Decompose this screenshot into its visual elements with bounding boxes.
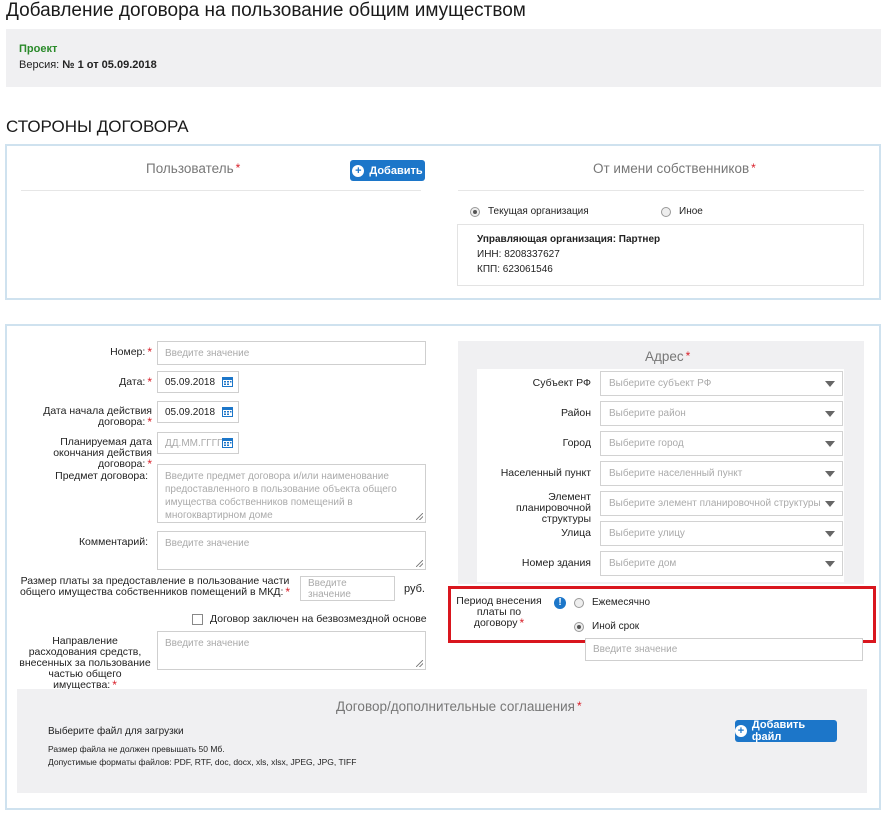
fee-input[interactable]: Введите значение [300,576,395,601]
radio-selected-icon [470,206,480,217]
select-building[interactable]: Выберите дом [600,551,843,576]
add-file-button[interactable]: + Добавить файл [735,719,837,743]
radio-icon [574,597,584,608]
address-label-building: Номер здания [521,557,591,569]
address-heading: Адрес * [645,349,691,364]
info-icon[interactable]: ! [554,597,566,609]
org-title: Управляющая организация: Партнер [477,234,661,245]
org-card: Управляющая организация: Партнер ИНН: 82… [457,224,864,286]
radio-other[interactable]: Иное [661,206,703,217]
payment-period-label: Период внесения платы по договору * [456,595,542,630]
file-size-note: Размер файла не должен превышать 50 Мб. [48,744,225,754]
chevron-down-icon [825,560,835,567]
number-label: Номер: * [110,345,152,359]
org-inn: ИНН: 8208337627 [477,249,560,260]
free-basis-checkbox[interactable]: Договор заключен на безвозмездной основе [192,613,427,625]
calendar-icon[interactable] [222,406,233,417]
calendar-icon[interactable] [222,376,233,387]
chevron-down-icon [825,440,835,447]
address-label-settlement: Населенный пункт [500,467,591,479]
address-label-street: Улица [561,527,591,539]
radio-selected-icon [574,621,584,632]
calendar-icon[interactable] [222,437,233,448]
subject-textarea[interactable]: Введите предмет договора и/или наименова… [157,464,426,523]
comment-label: Комментарий: [78,536,148,548]
resize-handle-icon[interactable] [416,660,423,667]
parties-heading: СТОРОНЫ ДОГОВОРА [6,117,189,136]
divider [458,190,864,191]
radio-monthly[interactable]: Ежемесячно [574,597,650,608]
end-date-label: Планируемая дата окончания действия дого… [53,436,152,471]
chevron-down-icon [825,530,835,537]
user-heading: Пользователь * [146,161,241,176]
end-date-input[interactable]: ДД.ММ.ГГГГ [157,432,239,454]
chevron-down-icon [825,470,835,477]
file-formats-note: Допустимые форматы файлов: PDF, RTF, doc… [48,757,357,767]
owners-heading: От имени собственников * [593,161,756,176]
page-title: Добавление договора на пользование общим… [6,0,526,21]
address-label-city: Город [562,437,591,449]
project-info: Проект Версия: № 1 от 05.09.2018 [6,29,881,87]
date-label: Дата: * [119,375,152,389]
add-user-button[interactable]: + Добавить [350,160,425,181]
start-date-label: Дата начала действия договора: * [43,405,152,429]
start-date-input[interactable]: 05.09.2018 [157,401,239,423]
fee-label: Размер платы за предоставление в пользов… [19,575,291,599]
chevron-down-icon [825,410,835,417]
address-label-planning-element: Элемент планировочной структуры [515,491,591,525]
resize-handle-icon[interactable] [416,513,423,520]
choose-file-text: Выберите файл для загрузки [48,726,184,737]
select-settlement[interactable]: Выберите населенный пункт [600,461,843,486]
radio-current-org[interactable]: Текущая организация [470,206,589,217]
checkbox-icon [192,613,203,625]
comment-textarea[interactable]: Введите значение [157,531,426,570]
org-kpp: КПП: 623061546 [477,264,553,275]
number-input[interactable]: Введите значение [157,341,426,365]
required-star: * [235,161,241,175]
radio-other-term[interactable]: Иной срок [574,621,639,632]
address-label-district: Район [561,407,591,419]
project-status: Проект [19,43,58,55]
select-planning-element[interactable]: Выберите элемент планировочной структуры [600,491,843,516]
fee-unit: руб. [404,583,425,595]
documents-heading: Договор/дополнительные соглашения * [336,699,582,714]
plus-circle-icon: + [352,164,365,177]
select-district[interactable]: Выберите район [600,401,843,426]
project-version: Версия: № 1 от 05.09.2018 [19,59,157,71]
select-subject[interactable]: Выберите субъект РФ [600,371,843,396]
divider [21,190,421,191]
subject-label: Предмет договора: [55,470,148,482]
address-label-subject: Субъект РФ [532,377,591,389]
direction-label: Направление расходования средств, внесен… [19,635,151,692]
date-input[interactable]: 05.09.2018 [157,371,239,393]
plus-circle-icon: + [735,725,747,737]
resize-handle-icon[interactable] [416,560,423,567]
direction-textarea[interactable]: Введите значение [157,631,426,670]
select-city[interactable]: Выберите город [600,431,843,456]
required-star: * [751,161,756,175]
radio-icon [661,206,671,217]
select-street[interactable]: Выберите улицу [600,521,843,546]
payment-period-input[interactable]: Введите значение [585,638,863,661]
chevron-down-icon [825,500,835,507]
chevron-down-icon [825,380,835,387]
